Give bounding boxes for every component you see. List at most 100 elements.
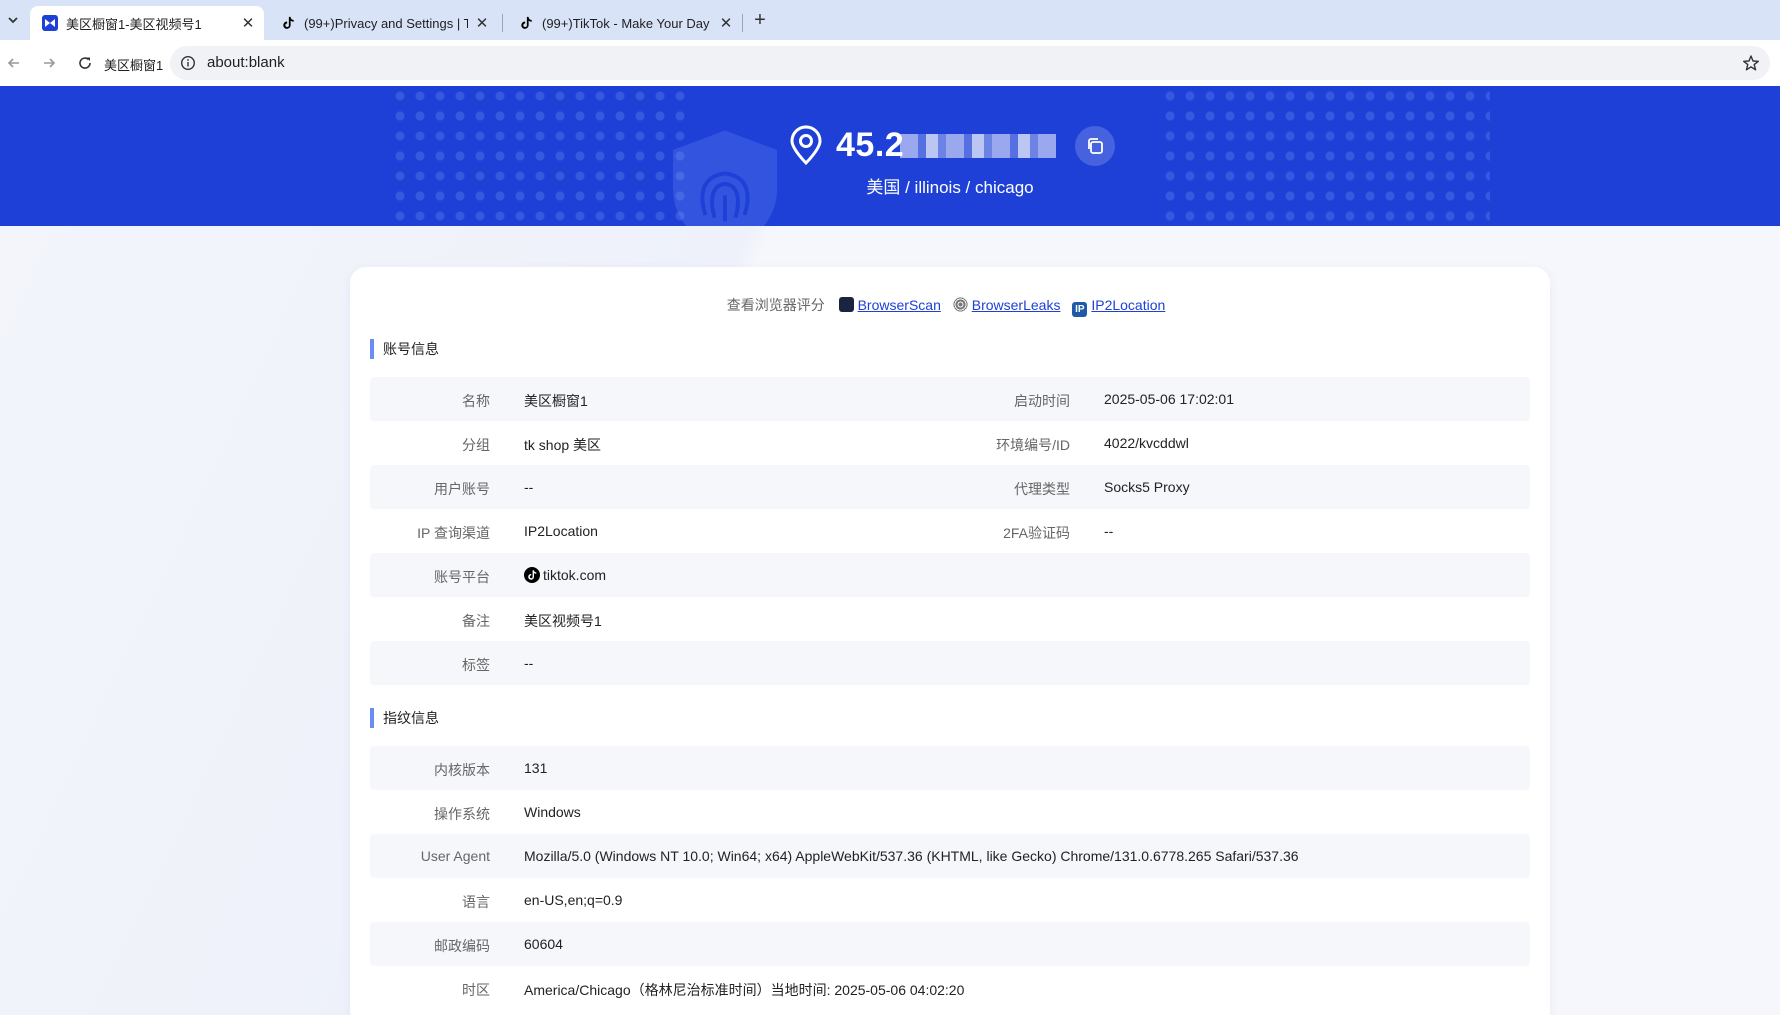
field-value: IP2Location [524,523,598,539]
ip-banner: 45.2 美国 / illinois / chicago [0,86,1780,226]
field-value: Windows [524,804,581,820]
field-value: -- [1104,523,1114,539]
back-button[interactable] [2,51,26,75]
tab-active[interactable]: 美区橱窗1-美区视频号1 ✕ [30,6,264,40]
field-label: 操作系统 [434,806,490,822]
links-label: 查看浏览器评分 [726,297,825,313]
field-label: 标签 [462,657,490,673]
tiktok-icon [524,567,540,583]
table-row: 操作系统 Windows [370,790,1530,834]
platform-name: tiktok.com [543,567,607,583]
address-bar[interactable]: about:blank [170,46,1770,80]
tab-title: (99+)TikTok - Make Your Day [542,15,710,31]
field-label: 分组 [462,437,490,453]
table-row: 内核版本 131 [370,746,1530,790]
ip2location-icon: IP [1072,302,1088,317]
tab-title: 美区橱窗1-美区视频号1 [66,16,202,32]
field-label: 邮政编码 [434,938,490,954]
app-logo-icon [42,15,58,31]
field-value: -- [524,479,534,495]
browser-score-links: 查看浏览器评分 BrowserScan BrowserLeaks IP IP2Lo… [350,295,1550,317]
field-label: 用户账号 [434,481,490,497]
copy-icon [1088,138,1103,154]
table-row: 用户账号 -- 代理类型 Socks5 Proxy [370,465,1530,509]
forward-button[interactable] [37,51,61,75]
tab-privacy-settings[interactable]: (99+)Privacy and Settings | TikTok ✕ [268,6,498,40]
field-label: 启动时间 [1014,393,1070,409]
table-row: User Agent Mozilla/5.0 (Windows NT 10.0;… [370,834,1530,878]
section-title-account: 账号信息 [370,339,439,359]
field-label: 内核版本 [434,762,490,778]
profile-name[interactable]: 美区橱窗1 [104,55,163,74]
field-value: Socks5 Proxy [1104,479,1190,495]
table-row: 邮政编码 60604 [370,922,1530,966]
table-row: 分组 tk shop 美区 环境编号/ID 4022/kvcddwl [370,421,1530,465]
tiktok-icon [280,15,296,31]
link-browserleaks[interactable]: BrowserLeaks [972,297,1061,313]
ip-location: 美国 / illinois / chicago [866,178,1034,197]
field-value: America/Chicago（格林尼治标准时间）当地时间: 2025-05-0… [524,982,965,998]
section-title-fingerprint: 指纹信息 [370,708,439,728]
field-label: User Agent [420,848,490,864]
field-label: 环境编号/ID [996,437,1070,453]
field-label: 2FA验证码 [1003,525,1070,541]
url-text[interactable]: about:blank [207,54,285,71]
tiktok-icon [518,15,534,31]
back-icon [7,58,19,68]
fingerprint-table: 内核版本 131 操作系统 Windows User Agent Mozilla… [370,746,1530,1010]
table-row: 标签 -- [370,641,1530,685]
ip-address: 45.2 [836,126,905,164]
field-label: 备注 [462,613,490,629]
tab-divider [742,14,743,32]
tab-strip: 美区橱窗1-美区视频号1 ✕ (99+)Privacy and Settings… [0,0,1780,40]
field-label: 名称 [462,393,490,409]
field-label: 语言 [462,894,490,910]
platform-value: tiktok.com [524,567,606,583]
field-value: 美区橱窗1 [524,393,588,409]
table-row: IP 查询渠道 IP2Location 2FA验证码 -- [370,509,1530,553]
reload-icon [79,57,91,69]
browserscan-icon [838,297,854,312]
field-label: 代理类型 [1014,481,1070,497]
tab-divider [502,14,503,32]
field-label: IP 查询渠道 [417,525,490,541]
table-row: 名称 美区橱窗1 启动时间 2025-05-06 17:02:01 [370,377,1530,421]
field-label: 账号平台 [434,569,490,585]
field-value: -- [524,655,534,671]
ip-row: 45.2 [0,124,1780,168]
field-value: Mozilla/5.0 (Windows NT 10.0; Win64; x64… [524,848,1299,864]
field-value: en-US,en;q=0.9 [524,892,623,908]
field-label: 时区 [462,982,490,998]
field-value: 4022/kvcddwl [1104,435,1189,451]
star-icon[interactable] [1742,54,1760,72]
table-row: 备注 美区视频号1 [370,597,1530,641]
close-icon[interactable]: ✕ [240,15,256,32]
link-browserscan[interactable]: BrowserScan [858,297,941,313]
location-pin-icon [790,125,822,165]
ip-mosaic [900,134,1056,158]
info-icon[interactable] [180,55,196,71]
table-row: 语言 en-US,en;q=0.9 [370,878,1530,922]
tab-title: (99+)Privacy and Settings | TikTok [304,15,468,31]
browser-toolbar: 美区橱窗1 about:blank [0,40,1780,86]
browserleaks-icon [952,297,968,312]
field-value: 2025-05-06 17:02:01 [1104,391,1234,407]
account-table: 名称 美区橱窗1 启动时间 2025-05-06 17:02:01 分组 tk … [370,377,1530,685]
field-value: 美区视频号1 [524,613,602,629]
plus-icon[interactable]: + [748,8,772,32]
link-ip2location[interactable]: IP2Location [1091,297,1165,313]
close-icon[interactable]: ✕ [474,15,490,32]
field-value: 60604 [524,936,563,952]
forward-icon [44,58,56,68]
chevron-down-icon [8,17,18,24]
copy-ip-button[interactable] [1075,126,1115,166]
tab-search-button[interactable] [2,8,24,32]
table-row: 时区 America/Chicago（格林尼治标准时间）当地时间: 2025-0… [370,966,1530,1010]
reload-button[interactable] [73,51,97,75]
table-row: 账号平台 tiktok.com [370,553,1530,597]
tab-tiktok[interactable]: (99+)TikTok - Make Your Day ✕ [506,6,742,40]
field-value: 131 [524,760,548,776]
info-card: 查看浏览器评分 BrowserScan BrowserLeaks IP IP2Lo… [350,267,1550,1015]
field-value: tk shop 美区 [524,437,602,453]
close-icon[interactable]: ✕ [718,15,734,32]
